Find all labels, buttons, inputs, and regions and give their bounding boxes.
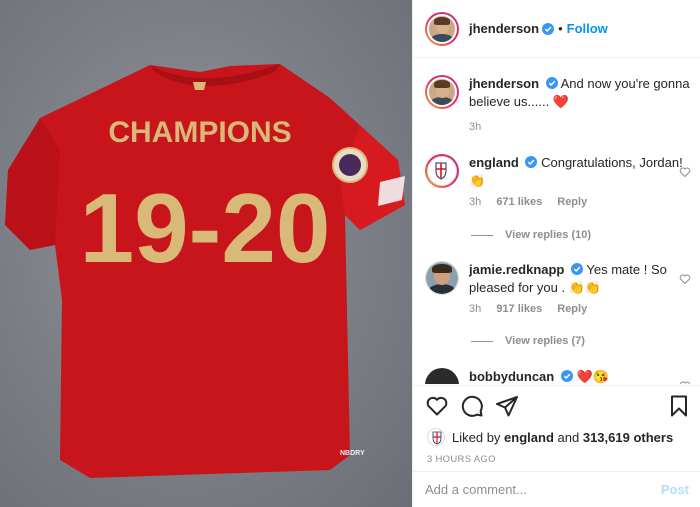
verified-icon <box>542 22 555 35</box>
liker-avatar[interactable] <box>427 428 445 446</box>
comment-time: 3h <box>469 303 482 315</box>
comments-list[interactable]: jhenderson And now you're gonna believe … <box>413 59 700 384</box>
comment-item: jamie.redknapp Yes mate ! So pleased for… <box>425 261 693 315</box>
author-username[interactable]: jhenderson <box>469 21 539 36</box>
view-replies[interactable]: View replies (7) <box>471 335 585 347</box>
heart-icon[interactable] <box>679 380 691 384</box>
view-replies[interactable]: View replies (10) <box>471 229 591 241</box>
comment-avatar[interactable] <box>425 368 459 384</box>
comment-username[interactable]: jamie.redknapp <box>469 262 564 277</box>
comment-username[interactable]: england <box>469 155 519 170</box>
author-avatar[interactable] <box>425 11 459 46</box>
jersey-brand: NBDRY <box>340 450 365 457</box>
heart-icon[interactable] <box>679 273 691 285</box>
heart-icon[interactable] <box>679 166 691 178</box>
post-header: jhenderson • Follow <box>413 0 700 58</box>
comment-item: england Congratulations, Jordan! 👏 3h 67… <box>425 154 693 208</box>
jersey-image: CHAMPIONS 19-20 NBDRY <box>5 64 405 478</box>
liker-username[interactable]: england <box>504 430 554 445</box>
caption-avatar[interactable] <box>425 75 459 109</box>
verified-icon <box>525 156 538 168</box>
post-timestamp: 3 HOURS AGO <box>427 454 496 465</box>
likes-count[interactable]: 313,619 others <box>583 430 673 445</box>
comment-input[interactable] <box>425 482 661 497</box>
post-sidebar: jhenderson • Follow jhenderson And now y… <box>412 0 700 507</box>
comment-form: Post <box>413 471 700 507</box>
comment-username[interactable]: bobbyduncan <box>469 369 554 384</box>
comment-time: 3h <box>469 196 482 208</box>
likes-summary: Liked by england and 313,619 others <box>427 428 673 446</box>
comment-item: bobbyduncan ❤️😘 <box>425 368 693 384</box>
comment-text: ❤️😘 <box>576 369 609 384</box>
caption-username[interactable]: jhenderson <box>469 76 539 91</box>
caption-time: 3h <box>469 121 482 133</box>
post-actions: Liked by england and 313,619 others 3 HO… <box>413 385 700 471</box>
comment-avatar[interactable] <box>425 261 459 295</box>
follow-button[interactable]: Follow <box>567 21 608 36</box>
caption: jhenderson And now you're gonna believe … <box>425 75 693 133</box>
jersey-name: CHAMPIONS <box>108 116 291 149</box>
heart-icon[interactable] <box>425 394 449 418</box>
share-icon[interactable] <box>495 394 519 418</box>
likes-and: and <box>557 429 580 445</box>
comment-icon[interactable] <box>460 394 484 418</box>
verified-icon <box>571 263 583 275</box>
post-button[interactable]: Post <box>661 482 689 497</box>
jersey-number: 19-20 <box>80 173 331 283</box>
reply-button[interactable]: Reply <box>557 196 587 208</box>
separator-dot: • <box>558 21 563 36</box>
comment-likes[interactable]: 917 likes <box>496 303 542 315</box>
reply-button[interactable]: Reply <box>557 303 587 315</box>
bookmark-icon[interactable] <box>667 394 691 418</box>
verified-icon <box>560 370 573 382</box>
comment-avatar[interactable] <box>425 154 459 188</box>
verified-icon <box>545 77 558 89</box>
post-photo: CHAMPIONS 19-20 NBDRY <box>0 0 412 507</box>
comment-likes[interactable]: 671 likes <box>496 196 542 208</box>
likes-prefix: Liked by <box>452 429 501 445</box>
